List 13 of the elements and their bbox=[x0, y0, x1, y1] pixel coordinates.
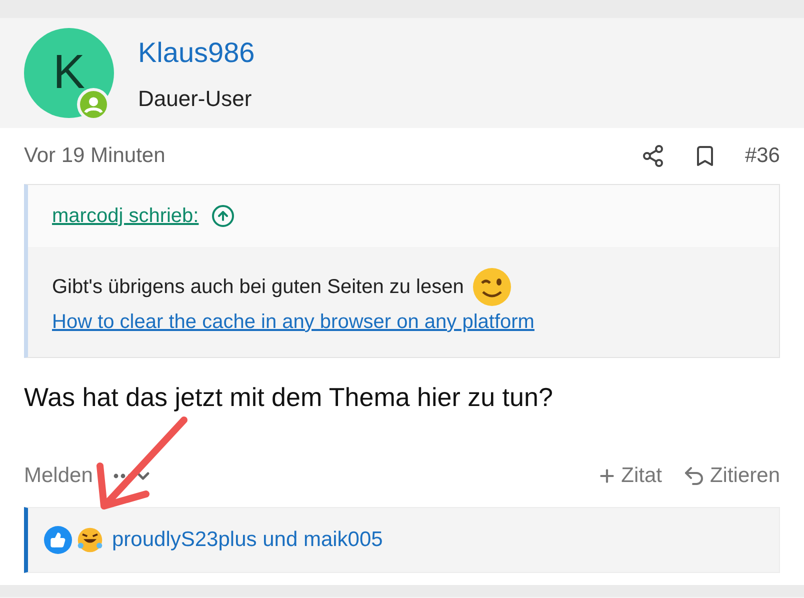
quote-text: Gibt's übrigens auch bei guten Seiten zu lesen bbox=[52, 275, 464, 300]
quote-link[interactable]: How to clear the cache in any browser on any platform bbox=[52, 311, 534, 333]
avatar: K bbox=[24, 28, 114, 118]
quote-attribution-link[interactable]: marcodj schrieb: bbox=[52, 201, 199, 231]
reaction-users-link[interactable]: proudlyS23plus und maik005 bbox=[112, 524, 383, 556]
user-role: Dauer-User bbox=[138, 84, 253, 112]
post-body: Was hat das jetzt mit dem Thema hier zu tun? bbox=[24, 381, 553, 414]
author-name[interactable]: Klaus986 bbox=[138, 32, 255, 74]
post-number[interactable]: #36 bbox=[744, 140, 780, 172]
post-time: Vor 19 Minuten bbox=[24, 143, 166, 170]
post-action-link[interactable]: Zitieren bbox=[682, 460, 780, 492]
report-link[interactable]: Melden bbox=[24, 460, 93, 492]
post-action-link[interactable]: Zitat bbox=[597, 460, 662, 492]
